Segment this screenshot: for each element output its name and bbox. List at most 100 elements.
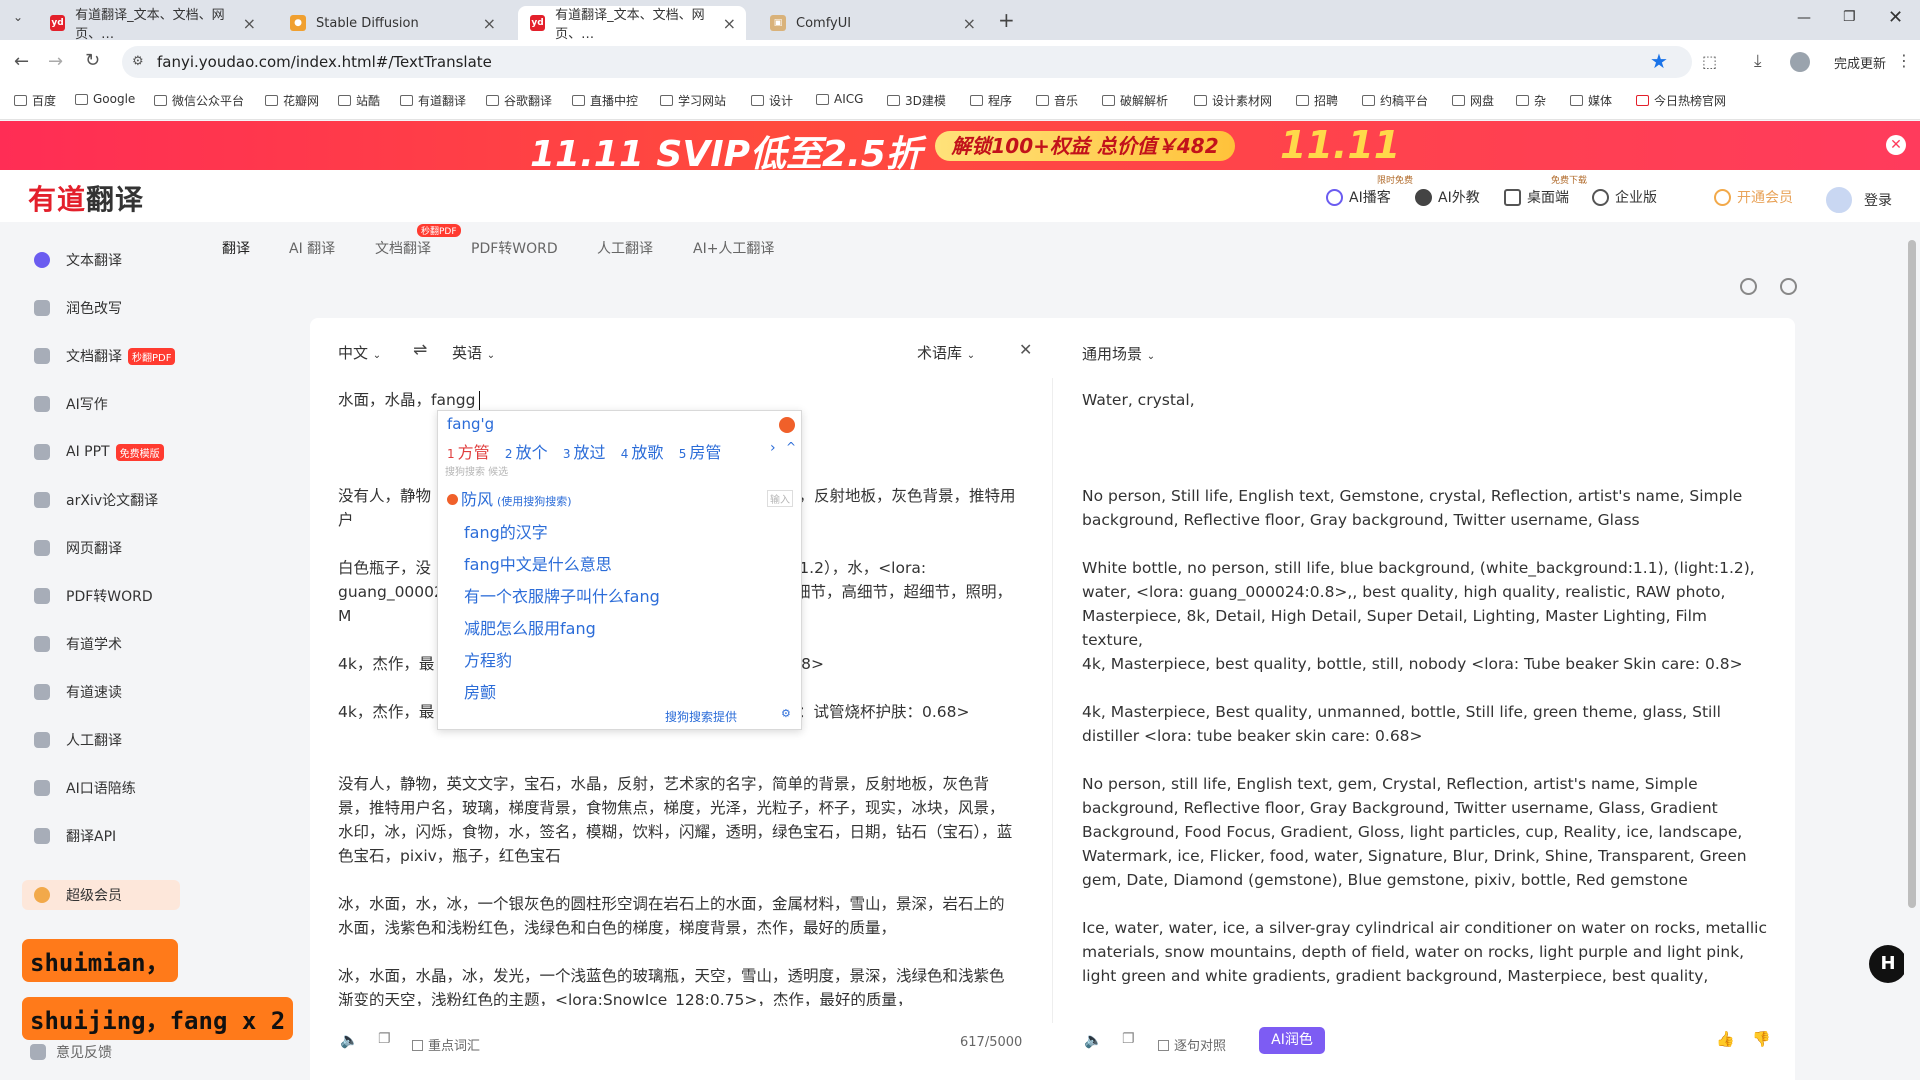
sidebar-item-api[interactable]: 翻译API — [34, 824, 116, 848]
sidebar-item-pdf-word[interactable]: PDF转WORD — [34, 584, 153, 608]
scene-select[interactable]: 通用场景 ⌄ — [1082, 343, 1155, 364]
bookmark-item[interactable]: 微信公众平台 — [154, 92, 244, 109]
bookmark-item[interactable]: 约稿平台 — [1362, 92, 1428, 109]
bookmark-item[interactable]: 程序 — [970, 92, 1012, 109]
header-open-vip[interactable]: 开通会员 — [1714, 187, 1793, 207]
ime-suggestion[interactable]: 房颤 — [464, 679, 496, 703]
sidebar-item-arxiv[interactable]: arXiv论文翻译 — [34, 488, 158, 512]
bookmark-item[interactable]: 招聘 — [1296, 92, 1338, 109]
history-icon[interactable] — [1780, 278, 1797, 295]
header-ai-podcast[interactable]: AI播客 — [1326, 187, 1391, 207]
bookmark-item[interactable]: 网盘 — [1452, 92, 1494, 109]
window-close-icon[interactable]: ✕ — [1888, 7, 1903, 28]
ime-candidate[interactable]: 5 房管 — [679, 443, 722, 462]
tab-ai-translate[interactable]: AI 翻译 — [289, 238, 335, 258]
key-vocab-checkbox[interactable]: 重点词汇 — [412, 1035, 480, 1054]
thumbs-down-icon[interactable]: 👎 — [1752, 1030, 1771, 1048]
reload-icon[interactable]: ↻ — [85, 50, 100, 71]
close-tab-icon[interactable]: × — [483, 14, 496, 33]
bookmark-item[interactable]: 3D建模 — [887, 92, 946, 109]
tab-translate[interactable]: 翻译 — [222, 238, 250, 258]
sidebar-item-speed-read[interactable]: 有道速读 — [34, 680, 122, 704]
clear-input-icon[interactable]: ✕ — [1019, 340, 1032, 359]
bookmark-item[interactable]: 设计 — [751, 92, 793, 109]
ime-candidate[interactable]: 1 方管 — [447, 443, 490, 462]
sidebar-item-ai-ppt[interactable]: AI PPT 免费模版 — [34, 440, 164, 464]
sidebar-item-ai-writing[interactable]: AI写作 — [34, 392, 108, 416]
bookmark-item[interactable]: 音乐 — [1036, 92, 1078, 109]
close-tab-icon[interactable]: × — [723, 14, 736, 33]
swap-lang-button[interactable]: ⇌ — [413, 340, 427, 360]
sidebar-item-doc-translate[interactable]: 文档翻译 秒翻PDF — [34, 344, 176, 368]
sidebar-item-human-translate[interactable]: 人工翻译 — [34, 728, 122, 752]
target-speaker-icon[interactable]: 🔈 — [1084, 1031, 1103, 1049]
site-info-icon[interactable]: ⚙ — [132, 54, 144, 69]
browser-tab-4[interactable]: ▣ ComfyUI × — [758, 6, 986, 40]
sidebar-item-text-translate[interactable]: 文本翻译 — [34, 248, 122, 272]
source-input-first-line[interactable]: 水面，水晶，fangg — [338, 388, 1018, 412]
restore-icon[interactable]: ❐ — [1843, 9, 1856, 25]
banner-close-icon[interactable]: ✕ — [1886, 135, 1906, 155]
source-paragraph[interactable]: 冰，水面，水，冰，一个银灰色的圆柱形空调在岩石上的水面，金属材料，雪山，景深，岩… — [338, 892, 1018, 940]
browser-tab-2[interactable]: ● Stable Diffusion × — [278, 6, 506, 40]
ime-suggestion[interactable]: 减肥怎么服用fang — [464, 615, 596, 639]
source-lang-select[interactable]: 中文 ⌄ — [338, 342, 381, 363]
bookmark-item[interactable]: 杂 — [1516, 92, 1546, 109]
ime-candidate[interactable]: 3 放过 — [563, 443, 606, 462]
bookmark-item[interactable]: 直播中控 — [572, 92, 638, 109]
sentence-compare-checkbox[interactable]: 逐句对照 — [1158, 1035, 1226, 1054]
bookmark-item[interactable]: Google — [75, 92, 135, 106]
ime-collapse-icon[interactable]: ^ — [786, 440, 796, 454]
bookmark-item[interactable]: 媒体 — [1570, 92, 1612, 109]
menu-icon[interactable]: ⋮ — [1896, 51, 1912, 70]
source-paragraph[interactable]: 没有人，静物，英文文字，宝石，水晶，反射，艺术家的名字，简单的背景，反射地板，灰… — [338, 772, 1018, 868]
forward-icon[interactable]: → — [48, 51, 63, 72]
header-login[interactable]: 登录 — [1826, 187, 1892, 213]
sidebar-item-web-translate[interactable]: 网页翻译 — [34, 536, 122, 560]
ime-input-tag[interactable]: 输入 — [767, 490, 793, 507]
tab-ai-human-translate[interactable]: AI+人工翻译 — [693, 238, 774, 258]
close-tab-icon[interactable]: × — [963, 14, 976, 33]
sidebar-item-academic[interactable]: 有道学术 — [34, 632, 122, 656]
minimize-icon[interactable]: — — [1797, 10, 1811, 26]
tab-pdf-word[interactable]: PDF转WORD — [471, 238, 558, 258]
close-tab-icon[interactable]: × — [243, 14, 256, 33]
bookmark-item[interactable]: AICG — [816, 92, 863, 106]
url-text[interactable]: fanyi.youdao.com/index.html#/TextTransla… — [157, 53, 492, 71]
tab-doc-translate[interactable]: 文档翻译 — [375, 238, 431, 258]
source-copy-icon[interactable]: ❐ — [378, 1031, 391, 1047]
source-speaker-icon[interactable]: 🔈 — [340, 1031, 359, 1049]
settings-icon[interactable] — [1740, 278, 1757, 295]
bookmark-item[interactable]: 破解解析 — [1102, 92, 1168, 109]
ime-settings-icon[interactable]: ⚙ — [781, 707, 791, 720]
glossary-select[interactable]: 术语库 ⌄ — [917, 342, 975, 363]
ai-polish-button[interactable]: AI润色 — [1259, 1027, 1325, 1054]
bookmark-item[interactable]: 学习网站 — [660, 92, 726, 109]
bookmark-item[interactable]: 设计素材网 — [1194, 92, 1272, 109]
target-lang-select[interactable]: 英语 ⌄ — [452, 342, 495, 363]
ime-suggestion[interactable]: fang的汉字 — [464, 519, 548, 543]
ime-suggestion[interactable]: 有一个衣服牌子叫什么fang — [464, 583, 660, 607]
header-desktop[interactable]: 桌面端 — [1504, 187, 1569, 207]
back-icon[interactable]: ← — [14, 51, 29, 72]
new-tab-icon[interactable]: + — [998, 8, 1015, 32]
update-button[interactable]: 完成更新 — [1834, 53, 1886, 72]
ime-candidate[interactable]: 2 放个 — [505, 443, 548, 462]
promo-banner[interactable]: 11.11 SVIP低至2.5折 解锁100+权益 总价值￥482 11.11 … — [0, 121, 1920, 170]
bookmark-star-icon[interactable]: ★ — [1650, 49, 1668, 73]
source-paragraph[interactable]: 冰，水面，水晶，冰，发光，一个浅蓝色的玻璃瓶，天空，雪山，透明度，景深，浅绿色和… — [338, 964, 1018, 1006]
header-ai-tutor[interactable]: AI外教 — [1415, 187, 1480, 207]
youdao-logo[interactable]: 有道翻译 — [28, 178, 144, 218]
extensions-icon[interactable]: ⬚ — [1702, 52, 1717, 71]
browser-tab-3[interactable]: yd 有道翻译_文本、文档、网页、… × — [518, 6, 746, 42]
bookmark-item[interactable]: 谷歌翻译 — [486, 92, 552, 109]
tab-human-translate[interactable]: 人工翻译 — [597, 238, 653, 258]
target-copy-icon[interactable]: ❐ — [1122, 1031, 1135, 1047]
bookmark-item[interactable]: 今日热榜官网 — [1636, 92, 1726, 109]
scrollbar-thumb[interactable] — [1908, 240, 1916, 908]
header-enterprise[interactable]: 企业版 — [1592, 187, 1657, 207]
browser-tab-1[interactable]: yd 有道翻译_文本、文档、网页、… × — [38, 6, 266, 42]
sidebar-item-oral-practice[interactable]: AI口语陪练 — [34, 776, 136, 800]
page-scrollbar[interactable] — [1904, 222, 1920, 1080]
bookmark-item[interactable]: 站酷 — [338, 92, 380, 109]
